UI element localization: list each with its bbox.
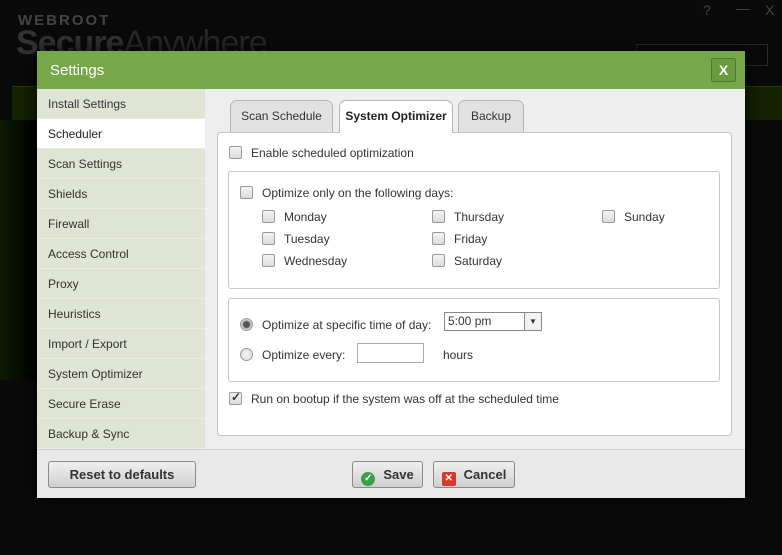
- sidebar-item-system-optimizer[interactable]: System Optimizer: [37, 359, 205, 389]
- monday-label: Monday: [284, 210, 327, 224]
- minimize-button[interactable]: —: [736, 0, 750, 16]
- dialog-title: Settings: [50, 62, 105, 79]
- dialog-titlebar[interactable]: Settings X: [37, 51, 745, 89]
- time-select[interactable]: 5:00 pm ▼: [444, 312, 542, 331]
- days-group: Optimize only on the following days: Mon…: [228, 171, 720, 289]
- optimize-days-label: Optimize only on the following days:: [262, 186, 454, 200]
- sunday-label: Sunday: [624, 210, 665, 224]
- sunday-checkbox[interactable]: [602, 210, 615, 223]
- help-button[interactable]: ?: [703, 2, 711, 18]
- x-square-icon: ✕: [441, 472, 456, 486]
- friday-checkbox[interactable]: [432, 232, 445, 245]
- saturday-checkbox[interactable]: [432, 254, 445, 267]
- optimizer-panel: Enable scheduled optimization Optimize o…: [217, 132, 732, 436]
- settings-content: Scan Schedule System Optimizer Backup En…: [205, 89, 745, 449]
- settings-dialog: Settings X Install Settings Scheduler Sc…: [37, 51, 745, 498]
- tab-scan-schedule[interactable]: Scan Schedule: [230, 100, 333, 132]
- dropdown-arrow-icon[interactable]: ▼: [524, 313, 541, 330]
- sidebar-item-install-settings[interactable]: Install Settings: [37, 89, 205, 119]
- app-close-button[interactable]: X: [765, 2, 774, 18]
- thursday-checkbox[interactable]: [432, 210, 445, 223]
- save-button-label: Save: [383, 467, 414, 482]
- thursday-label: Thursday: [454, 210, 505, 224]
- specific-time-radio[interactable]: [240, 318, 253, 331]
- tuesday-checkbox[interactable]: [262, 232, 275, 245]
- friday-label: Friday: [454, 232, 488, 246]
- run-on-bootup-label: Run on bootup if the system was off at t…: [251, 392, 559, 406]
- sidebar-item-secure-erase[interactable]: Secure Erase: [37, 389, 205, 419]
- cancel-button[interactable]: ✕ Cancel: [433, 461, 515, 488]
- dialog-close-button[interactable]: X: [711, 58, 736, 82]
- time-select-value: 5:00 pm: [448, 314, 492, 328]
- wednesday-label: Wednesday: [284, 254, 348, 268]
- optimize-days-checkbox[interactable]: [240, 186, 253, 199]
- tab-system-optimizer[interactable]: System Optimizer: [339, 100, 453, 133]
- sidebar-item-import-export[interactable]: Import / Export: [37, 329, 205, 359]
- optimize-every-input[interactable]: [357, 343, 424, 363]
- monday-checkbox[interactable]: [262, 210, 275, 223]
- specific-time-label: Optimize at specific time of day:: [262, 318, 432, 332]
- check-circle-icon: ✓: [361, 472, 376, 486]
- cancel-button-label: Cancel: [463, 467, 507, 482]
- save-button[interactable]: ✓ Save: [352, 461, 423, 488]
- sidebar-item-backup-sync[interactable]: Backup & Sync: [37, 419, 205, 449]
- sidebar-item-proxy[interactable]: Proxy: [37, 269, 205, 299]
- tab-backup[interactable]: Backup: [458, 100, 524, 132]
- enable-optimization-checkbox[interactable]: [229, 146, 242, 159]
- hours-label: hours: [443, 348, 474, 362]
- saturday-label: Saturday: [454, 254, 503, 268]
- tuesday-label: Tuesday: [284, 232, 330, 246]
- sidebar-item-scheduler[interactable]: Scheduler: [37, 119, 205, 149]
- enable-optimization-label: Enable scheduled optimization: [251, 146, 414, 160]
- optimize-every-radio[interactable]: [240, 348, 253, 361]
- sidebar-item-firewall[interactable]: Firewall: [37, 209, 205, 239]
- optimize-every-label: Optimize every:: [262, 348, 346, 362]
- wednesday-checkbox[interactable]: [262, 254, 275, 267]
- reset-defaults-button[interactable]: Reset to defaults: [48, 461, 196, 488]
- dialog-footer: Reset to defaults ✓ Save ✕ Cancel: [37, 449, 745, 498]
- run-on-bootup-checkbox[interactable]: [229, 390, 242, 405]
- background-glow: [0, 120, 40, 380]
- sidebar-item-scan-settings[interactable]: Scan Settings: [37, 149, 205, 179]
- time-group: Optimize at specific time of day: 5:00 p…: [228, 298, 720, 382]
- sidebar-item-access-control[interactable]: Access Control: [37, 239, 205, 269]
- sidebar-item-heuristics[interactable]: Heuristics: [37, 299, 205, 329]
- settings-sidebar: Install Settings Scheduler Scan Settings…: [37, 89, 205, 449]
- sidebar-item-shields[interactable]: Shields: [37, 179, 205, 209]
